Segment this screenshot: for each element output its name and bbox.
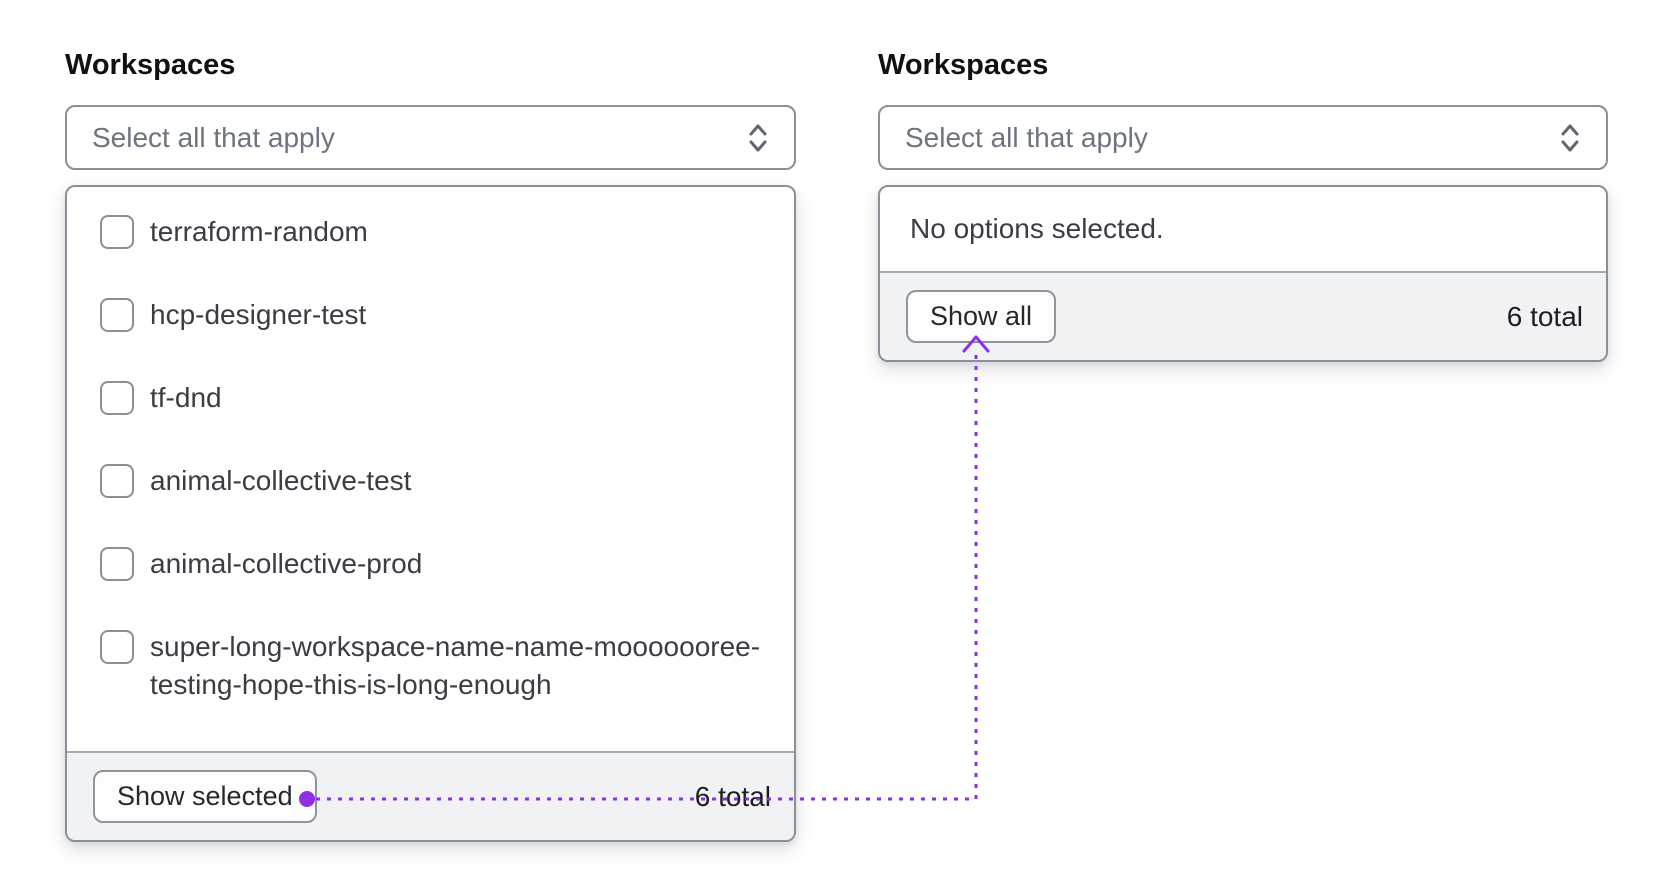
checkbox[interactable] — [100, 547, 134, 581]
caret-sort-icon — [749, 124, 767, 151]
option-label: hcp-designer-test — [150, 299, 367, 330]
select-placeholder: Select all that apply — [905, 121, 1148, 153]
empty-state-message: No options selected. — [910, 213, 1164, 244]
option-row[interactable]: animal-collective-test — [100, 462, 769, 500]
dropdown-panel-collapsed: No options selected. Show all 6 total — [878, 185, 1608, 362]
empty-state: No options selected. — [880, 187, 1606, 271]
show-all-button[interactable]: Show all — [906, 290, 1057, 343]
checkbox[interactable] — [100, 298, 134, 332]
option-row[interactable]: animal-collective-prod — [100, 545, 769, 583]
total-count: 6 total — [694, 780, 771, 812]
field-label: Workspaces — [65, 49, 236, 81]
workspaces-multiselect-right: Workspaces Select all that apply No opti… — [878, 50, 1608, 362]
select-trigger[interactable]: Select all that apply — [878, 105, 1608, 170]
option-label: terraform-random — [150, 216, 368, 247]
checkbox[interactable] — [100, 381, 134, 415]
total-count: 6 total — [1506, 300, 1583, 332]
option-label: animal-collective-test — [150, 465, 412, 496]
option-label: animal-collective-prod — [150, 548, 423, 579]
option-label: tf-dnd — [150, 382, 222, 413]
select-placeholder: Select all that apply — [92, 121, 335, 153]
workspaces-multiselect-left: Workspaces Select all that apply terrafo… — [65, 50, 796, 842]
option-row[interactable]: terraform-random — [100, 213, 769, 251]
option-row[interactable]: hcp-designer-test — [100, 296, 769, 334]
panel-footer: Show selected 6 total — [67, 751, 794, 840]
select-trigger[interactable]: Select all that apply — [65, 105, 796, 170]
field-label: Workspaces — [878, 49, 1049, 81]
caret-sort-icon — [1561, 124, 1579, 151]
checkbox[interactable] — [100, 630, 134, 664]
panel-footer: Show all 6 total — [880, 271, 1606, 360]
option-label: super-long-workspace-name-name-moooooore… — [150, 631, 761, 700]
checkbox[interactable] — [100, 215, 134, 249]
option-row[interactable]: tf-dnd — [100, 379, 769, 417]
option-list: terraform-random hcp-designer-test tf-dn… — [67, 187, 794, 751]
option-row[interactable]: super-long-workspace-name-name-moooooore… — [100, 628, 769, 704]
checkbox[interactable] — [100, 464, 134, 498]
dropdown-panel-expanded: terraform-random hcp-designer-test tf-dn… — [65, 185, 796, 842]
show-selected-button[interactable]: Show selected — [93, 770, 317, 823]
